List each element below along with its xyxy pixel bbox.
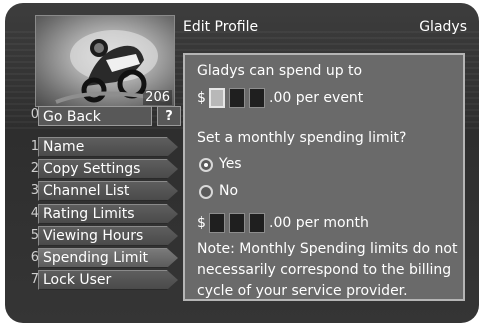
help-button[interactable]: ? — [157, 106, 181, 126]
channel-number: 206 — [143, 90, 172, 105]
spend-prompt: Gladys can spend up to — [197, 63, 363, 79]
user-name: Gladys — [419, 19, 467, 35]
event-digit-1[interactable] — [209, 88, 225, 108]
go-back-button[interactable]: Go Back — [38, 106, 152, 126]
monthly-question: Set a monthly spending limit? — [197, 130, 407, 146]
preview-thumbnail: 206 — [35, 15, 175, 107]
billing-note: Note: Monthly Spending limits do not nec… — [197, 241, 458, 299]
radio-yes[interactable] — [199, 158, 213, 172]
menu-number: 5 — [30, 228, 39, 243]
menu-number: 4 — [30, 206, 39, 221]
menu-number: 3 — [30, 183, 39, 198]
radio-no[interactable] — [199, 185, 213, 199]
spending-limit-panel: Gladys can spend up to $ .00 per event S… — [183, 53, 465, 301]
menu-item-copy-settings[interactable]: Copy Settings — [38, 159, 178, 179]
event-digit-2[interactable] — [229, 88, 245, 108]
menu-item-channel-list[interactable]: Channel List — [38, 181, 178, 201]
event-digit-3[interactable] — [249, 88, 265, 108]
menu-item-spending-limit[interactable]: Spending Limit — [38, 248, 178, 268]
option-no-label: No — [219, 183, 239, 199]
month-digit-3[interactable] — [249, 213, 265, 233]
month-suffix: .00 per month — [269, 215, 369, 231]
option-yes-label: Yes — [219, 156, 242, 172]
page-title: Edit Profile — [183, 19, 259, 35]
month-digit-2[interactable] — [229, 213, 245, 233]
menu-number: 1 — [30, 139, 39, 154]
menu-number: 7 — [30, 272, 39, 287]
menu-item-name[interactable]: Name — [38, 137, 178, 157]
menu-item-rating-limits[interactable]: Rating Limits — [38, 204, 178, 224]
menu-number: 2 — [30, 161, 39, 176]
currency-symbol: $ — [197, 90, 206, 106]
tv-screen: 206 Edit Profile Gladys 0 Go Back ? 1 Na… — [5, 3, 479, 323]
month-digit-1[interactable] — [209, 213, 225, 233]
menu-number: 6 — [30, 250, 39, 265]
menu-item-lock-user[interactable]: Lock User — [38, 270, 178, 290]
currency-symbol-month: $ — [197, 215, 206, 231]
menu-item-viewing-hours[interactable]: Viewing Hours — [38, 226, 178, 246]
event-suffix: .00 per event — [269, 90, 364, 106]
